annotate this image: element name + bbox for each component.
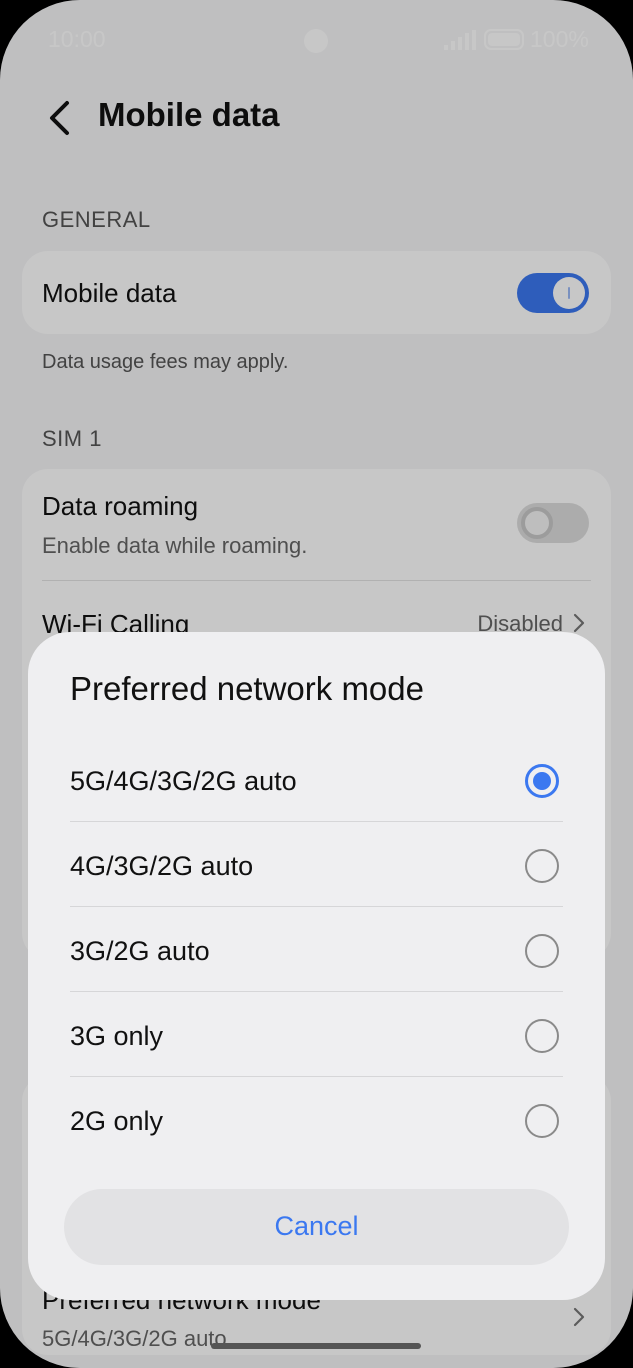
option-2g-only[interactable]: 2G only <box>70 1078 563 1162</box>
network-mode-dialog: Preferred network mode 5G/4G/3G/2G auto … <box>28 632 605 1300</box>
radio-unselected[interactable] <box>525 1019 559 1053</box>
home-indicator[interactable] <box>211 1343 421 1349</box>
option-3g-only[interactable]: 3G only <box>70 993 563 1077</box>
option-4g-3g-2g-auto[interactable]: 4G/3G/2G auto <box>70 823 563 907</box>
option-5g-4g-3g-2g-auto[interactable]: 5G/4G/3G/2G auto <box>70 738 563 822</box>
divider <box>70 991 563 992</box>
option-3g-2g-auto[interactable]: 3G/2G auto <box>70 908 563 992</box>
radio-unselected[interactable] <box>525 849 559 883</box>
option-label: 2G only <box>70 1106 164 1136</box>
cancel-button[interactable]: Cancel <box>64 1189 569 1265</box>
dialog-title: Preferred network mode <box>70 670 424 707</box>
radio-selected[interactable] <box>525 764 559 798</box>
divider <box>70 821 563 822</box>
cancel-label: Cancel <box>274 1211 359 1241</box>
radio-unselected[interactable] <box>525 934 559 968</box>
option-label: 5G/4G/3G/2G auto <box>70 766 297 796</box>
divider <box>70 1076 563 1077</box>
radio-unselected[interactable] <box>525 1104 559 1138</box>
option-label: 3G/2G auto <box>70 936 210 966</box>
option-label: 3G only <box>70 1021 164 1051</box>
phone-screen: 10:00 100% Mobile data GENERAL Mobile da… <box>0 0 633 1368</box>
divider <box>70 906 563 907</box>
option-label: 4G/3G/2G auto <box>70 851 254 881</box>
